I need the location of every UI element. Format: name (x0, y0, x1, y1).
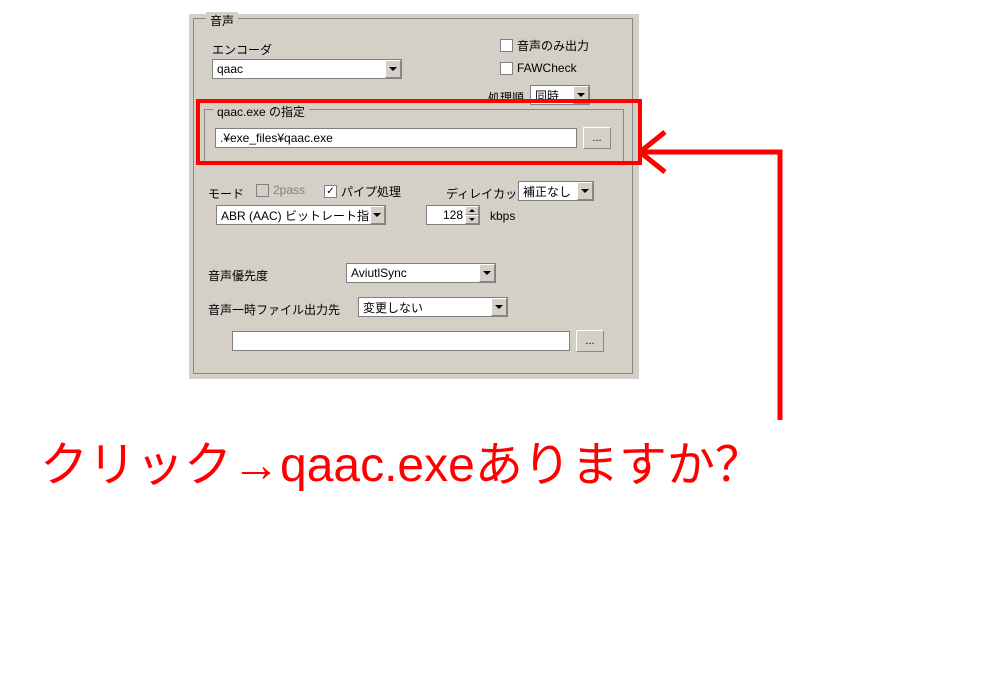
annotation-text: クリック→qaac.exeありますか？ (40, 430, 960, 502)
bitrate-spinner[interactable]: 128 (426, 205, 480, 225)
fawcheck-label: FAWCheck (517, 61, 577, 75)
mode-value: ABR (AAC) ビットレート指定 (221, 207, 370, 224)
priority-value: AviutlSync (351, 266, 407, 280)
checkbox-box-icon (256, 184, 269, 197)
encoder-label: エンコーダ (212, 41, 272, 58)
twopass-checkbox: 2pass (256, 183, 305, 197)
groupbox-title: 音声 (206, 12, 238, 29)
checkbox-box-icon (500, 39, 513, 52)
chevron-up-icon[interactable] (465, 206, 479, 215)
bitrate-value: 128 (427, 208, 465, 222)
exe-path-group-title: qaac.exe の指定 (213, 103, 309, 120)
temp-value: 変更しない (363, 299, 423, 316)
bitrate-unit: kbps (490, 209, 515, 223)
mode-label: モード (208, 185, 244, 202)
priority-dropdown[interactable]: AviutlSync (346, 263, 496, 283)
twopass-label: 2pass (273, 183, 305, 197)
encoder-dropdown[interactable]: qaac (212, 59, 402, 79)
chevron-down-icon[interactable] (385, 60, 401, 78)
pipe-checkbox[interactable]: ✓ パイプ処理 (324, 183, 401, 200)
browse-label: ... (592, 132, 601, 144)
delay-dropdown[interactable]: 補正なし (518, 181, 594, 201)
audio-only-checkbox[interactable]: 音声のみ出力 (500, 37, 589, 54)
chevron-down-icon[interactable] (370, 206, 385, 224)
chevron-down-icon[interactable] (479, 264, 495, 282)
mode-dropdown[interactable]: ABR (AAC) ビットレート指定 (216, 205, 386, 225)
temp-browse-label: ... (585, 335, 594, 347)
fawcheck-checkbox[interactable]: FAWCheck (500, 61, 577, 75)
order-value: 同時 (535, 87, 559, 104)
chevron-down-icon[interactable] (465, 215, 479, 224)
chevron-down-icon[interactable] (491, 298, 507, 316)
audio-settings-panel: 音声 エンコーダ qaac 音声のみ出力 FAWCheck 処理順 同時 qaa… (189, 14, 639, 379)
spinner-controls[interactable] (465, 206, 479, 224)
audio-groupbox: 音声 エンコーダ qaac 音声のみ出力 FAWCheck 処理順 同時 qaa… (193, 18, 633, 374)
pipe-label: パイプ処理 (341, 183, 401, 200)
exe-path-value: .¥exe_files¥qaac.exe (220, 131, 333, 145)
encoder-value: qaac (217, 62, 243, 76)
chevron-down-icon[interactable] (577, 182, 593, 200)
order-label: 処理順 (488, 89, 524, 106)
chevron-down-icon[interactable] (573, 86, 589, 104)
checkbox-box-icon (500, 62, 513, 75)
checkbox-box-icon: ✓ (324, 185, 337, 198)
exe-path-input[interactable]: .¥exe_files¥qaac.exe (215, 128, 577, 148)
delay-label: ディレイカット (446, 185, 529, 202)
exe-path-group: qaac.exe の指定 .¥exe_files¥qaac.exe ... (204, 109, 624, 165)
temp-label: 音声一時ファイル出力先 (208, 301, 340, 318)
browse-button[interactable]: ... (583, 127, 611, 149)
temp-dropdown[interactable]: 変更しない (358, 297, 508, 317)
audio-only-label: 音声のみ出力 (517, 37, 589, 54)
annotation-arrow-icon (625, 110, 805, 430)
order-dropdown[interactable]: 同時 (530, 85, 590, 105)
temp-browse-button[interactable]: ... (576, 330, 604, 352)
delay-value: 補正なし (523, 183, 571, 200)
priority-label: 音声優先度 (208, 267, 268, 284)
temp-path-input[interactable] (232, 331, 570, 351)
